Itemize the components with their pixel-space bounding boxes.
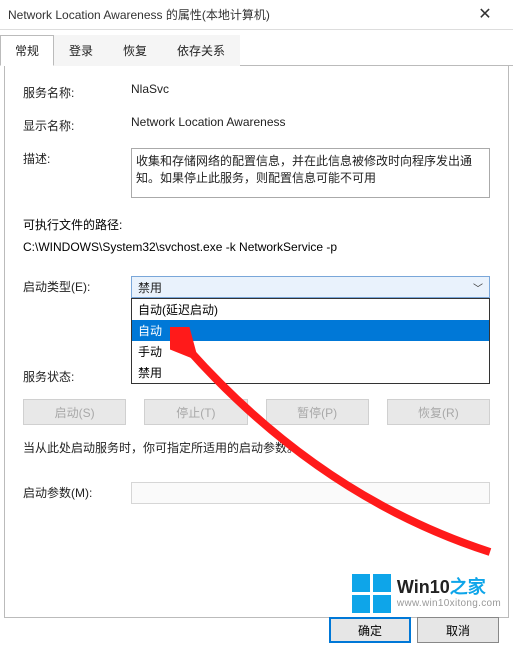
- description-label: 描述:: [23, 148, 131, 167]
- window-title: Network Location Awareness 的属性(本地计算机): [8, 6, 465, 23]
- service-status-label: 服务状态:: [23, 366, 131, 385]
- startup-hint: 当从此处启动服务时，你可指定所适用的启动参数。: [23, 439, 490, 456]
- exe-path-label: 可执行文件的路径:: [23, 215, 490, 237]
- general-panel: 服务名称: NlaSvc 显示名称: Network Location Awar…: [4, 66, 509, 618]
- startup-type-label: 启动类型(E):: [23, 276, 131, 295]
- display-name-value: Network Location Awareness: [131, 115, 490, 129]
- start-params-label: 启动参数(M):: [23, 482, 131, 501]
- cancel-button[interactable]: 取消: [417, 617, 499, 643]
- option-auto[interactable]: 自动: [132, 320, 489, 341]
- description-text[interactable]: 收集和存储网络的配置信息，并在此信息被修改时向程序发出通知。如果停止此服务，则配…: [131, 148, 490, 198]
- tab-general[interactable]: 常规: [0, 35, 54, 66]
- close-icon[interactable]: ✕: [465, 1, 505, 29]
- start-params-input: [131, 482, 490, 504]
- exe-path-value: C:\WINDOWS\System32\svchost.exe -k Netwo…: [23, 237, 490, 259]
- startup-type-select[interactable]: 禁用 ﹀ 自动(延迟启动) 自动 手动 禁用: [131, 276, 490, 298]
- chevron-down-icon: ﹀: [473, 280, 483, 295]
- windows-logo-icon: [352, 574, 391, 613]
- tab-recovery[interactable]: 恢复: [108, 35, 162, 66]
- display-name-label: 显示名称:: [23, 115, 131, 134]
- tab-logon[interactable]: 登录: [54, 35, 108, 66]
- pause-button: 暂停(P): [266, 399, 369, 425]
- tab-bar: 常规 登录 恢复 依存关系: [0, 34, 513, 66]
- startup-type-value: 禁用: [138, 279, 162, 296]
- resume-button: 恢复(R): [387, 399, 490, 425]
- stop-button: 停止(T): [144, 399, 247, 425]
- watermark: Win10之家 www.win10xitong.com: [352, 574, 501, 613]
- service-name-label: 服务名称:: [23, 82, 131, 101]
- start-button: 启动(S): [23, 399, 126, 425]
- tab-dependencies[interactable]: 依存关系: [162, 35, 240, 66]
- option-auto-delayed[interactable]: 自动(延迟启动): [132, 299, 489, 320]
- startup-type-dropdown: 自动(延迟启动) 自动 手动 禁用: [131, 298, 490, 384]
- option-disabled[interactable]: 禁用: [132, 362, 489, 383]
- service-name-value: NlaSvc: [131, 82, 490, 96]
- option-manual[interactable]: 手动: [132, 341, 489, 362]
- ok-button[interactable]: 确定: [329, 617, 411, 643]
